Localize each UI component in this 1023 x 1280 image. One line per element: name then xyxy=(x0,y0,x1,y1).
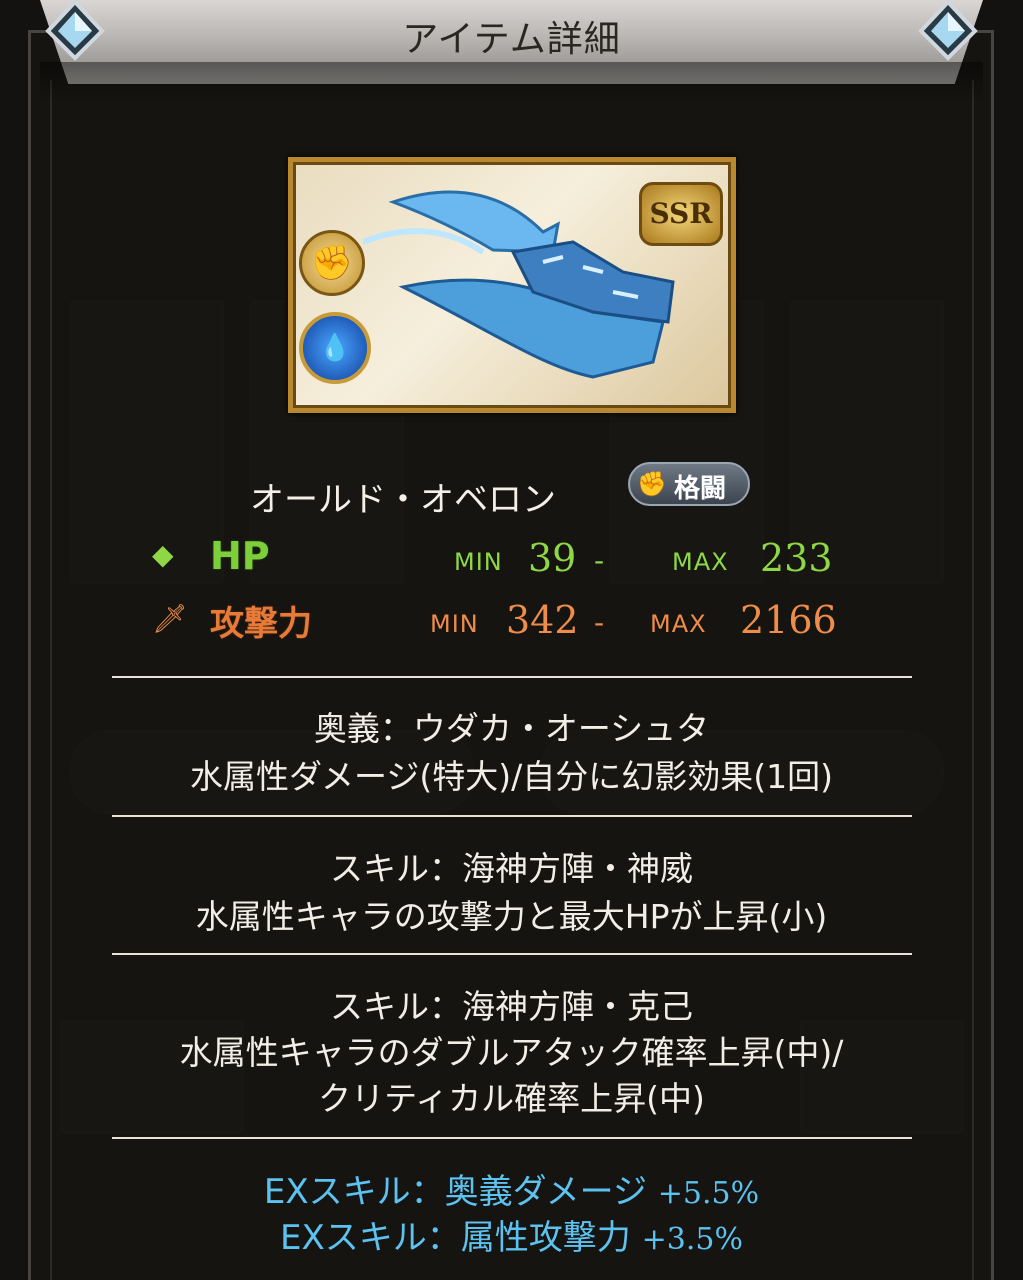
fist-icon: ✊ xyxy=(299,230,365,296)
atk-stat-row: 🗡 攻撃力 MIN 342 - MAX 2166 xyxy=(0,594,1023,644)
hp-max-value: 233 xyxy=(760,536,833,580)
hp-min-value: 39 xyxy=(528,536,577,580)
ex-skill-1-label: EXスキル：奥義ダメージ xyxy=(263,1172,647,1212)
weapon-type-badge: ✊ 格闘 xyxy=(628,462,750,506)
section-divider xyxy=(112,676,912,678)
skill-2-name: スキル：海神方陣・克己 xyxy=(330,987,693,1026)
page-title: アイテム詳細 xyxy=(402,19,621,60)
ex-skill-1-bonus: +5.5% xyxy=(657,1176,760,1211)
weapon-type-label: 格闘 xyxy=(674,474,727,504)
atk-min-label: MIN xyxy=(430,610,479,638)
hp-dash: - xyxy=(594,544,605,577)
ex-skill-1: EXスキル：奥義ダメージ +5.5% xyxy=(0,1164,1023,1213)
section-divider xyxy=(112,953,912,955)
atk-max-value: 2166 xyxy=(740,598,837,642)
banner-shadow xyxy=(40,62,983,102)
ssr-rarity-badge: SSR xyxy=(639,182,723,246)
hp-max-label: MAX xyxy=(672,548,729,576)
water-element-icon: 💧 xyxy=(299,312,371,384)
atk-min-value: 342 xyxy=(506,598,579,642)
hp-min-label: MIN xyxy=(454,548,503,576)
hp-label: HP xyxy=(210,534,270,578)
hp-stat-row: ◆ HP MIN 39 - MAX 233 xyxy=(0,532,1023,582)
ex-skill-2-bonus: +3.5% xyxy=(641,1222,743,1257)
ex-skill-2-label: EXスキル：属性攻撃力 xyxy=(280,1218,631,1258)
skill-2-effect-line-1: 水属性キャラのダブルアタック確率上昇(中)/ xyxy=(179,1033,844,1072)
hp-diamond-icon: ◆ xyxy=(152,538,174,571)
atk-max-label: MAX xyxy=(650,610,707,638)
section-divider xyxy=(112,1137,912,1139)
skill-1-name: スキル：海神方陣・神威 xyxy=(330,849,693,888)
skill-1-effect: 水属性キャラの攻撃力と最大HPが上昇(小) xyxy=(195,897,828,936)
section-divider xyxy=(112,815,912,817)
ougi-name: 奥義：ウダカ・オーシュタ xyxy=(313,709,710,748)
sword-icon: 🗡 xyxy=(152,602,188,635)
corner-gem-icon xyxy=(918,0,978,61)
skill-2-effect-line-2: クリティカル確率上昇(中) xyxy=(318,1079,705,1118)
weapon-image: SSR ✊ 💧 xyxy=(288,157,736,413)
item-name: オールド・オベロン xyxy=(250,480,556,520)
atk-dash: - xyxy=(594,606,605,639)
ex-skill-2: EXスキル：属性攻撃力 +3.5% xyxy=(0,1210,1023,1259)
corner-gem-icon xyxy=(45,0,105,61)
ougi-effect: 水属性ダメージ(特大)/自分に幻影効果(1回) xyxy=(190,757,833,796)
fist-icon: ✊ xyxy=(637,470,667,498)
atk-label: 攻撃力 xyxy=(210,604,312,644)
